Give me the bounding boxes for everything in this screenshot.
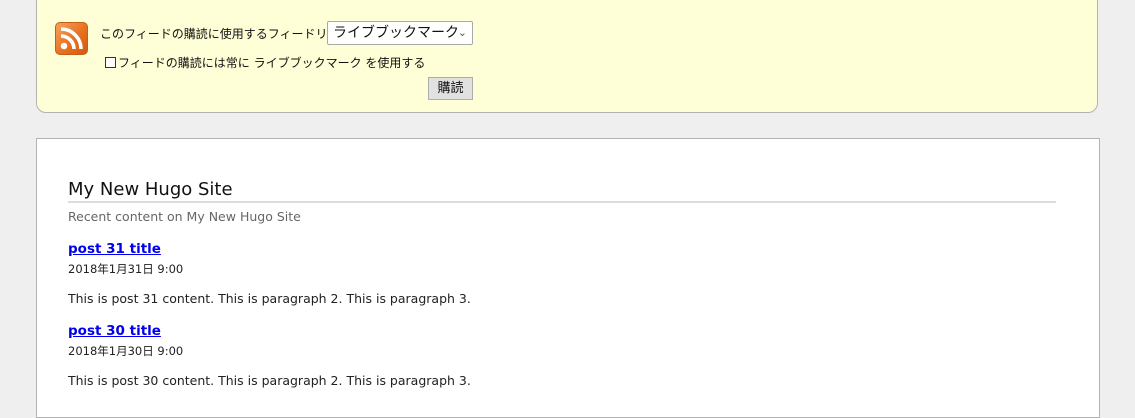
post-date: 2018年1月31日 9:00	[68, 262, 184, 276]
feed-subscribe-panel: このフィードの購読に使用するフィードリーダー: ライブブックマーク ⌄ フィード…	[36, 0, 1098, 113]
feed-content-panel: My New Hugo Site Recent content on My Ne…	[36, 138, 1100, 418]
chevron-down-icon: ⌄	[457, 26, 467, 39]
always-use-label: フィードの購読には常に ライブブックマーク を使用する	[118, 56, 426, 70]
always-use-reader-option[interactable]: フィードの購読には常に ライブブックマーク を使用する	[105, 54, 425, 71]
feed-reader-select[interactable]: ライブブックマーク ⌄	[327, 21, 473, 45]
post-title-link[interactable]: post 30 title	[68, 323, 161, 339]
title-divider	[68, 201, 1056, 203]
feed-title: My New Hugo Site	[68, 179, 233, 200]
post-content: This is post 31 content. This is paragra…	[68, 291, 471, 306]
always-use-checkbox[interactable]	[105, 57, 116, 68]
rss-feed-icon	[55, 22, 88, 55]
post-title-link[interactable]: post 31 title	[68, 241, 161, 257]
feed-reader-selected-value: ライブブックマーク	[333, 25, 459, 41]
feed-subtitle: Recent content on My New Hugo Site	[68, 209, 301, 224]
post-content: This is post 30 content. This is paragra…	[68, 373, 471, 388]
subscribe-button[interactable]: 購読	[428, 77, 473, 100]
post-date: 2018年1月30日 9:00	[68, 344, 184, 358]
